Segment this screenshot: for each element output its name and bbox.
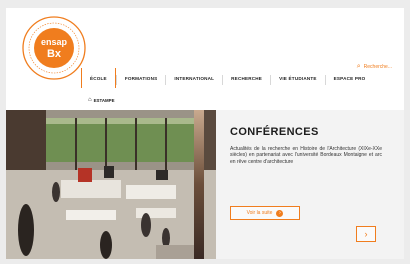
read-more-label: Voir la suite <box>246 210 273 216</box>
read-more-button[interactable]: Voir la suite › <box>230 206 300 220</box>
hero-panel: CONFÉRENCES Actualités de la recherche e… <box>216 110 404 259</box>
ensap-logo[interactable]: ensap Bx <box>20 14 88 82</box>
hero-title: CONFÉRENCES <box>230 126 319 138</box>
logo-line1: ensap <box>41 37 68 47</box>
home-icon: ⌂ <box>88 97 92 103</box>
subnav-item[interactable]: ⌂ ESTAMPE <box>88 97 115 103</box>
next-slide-button[interactable]: › <box>356 226 376 242</box>
hero-photo <box>6 110 216 259</box>
nav-item-vie-etudiante[interactable]: VIE ÉTUDIANTE <box>271 68 325 88</box>
next-slide-preview <box>194 110 204 259</box>
nav-item-international[interactable]: INTERNATIONAL <box>166 68 222 88</box>
nav-item-recherche[interactable]: RECHERCHE <box>223 68 270 88</box>
page: ensap Bx ⌕ Recherche... ÉCOLE FORMATIONS… <box>6 8 404 259</box>
hero-description: Actualités de la recherche en Histoire d… <box>230 146 382 165</box>
hero-banner: CONFÉRENCES Actualités de la recherche e… <box>6 110 404 259</box>
subnav-item-label: ESTAMPE <box>93 97 115 103</box>
logo-line2: Bx <box>47 48 62 60</box>
arrow-right-icon: › <box>276 209 284 217</box>
nav-item-formations[interactable]: FORMATIONS <box>117 68 166 88</box>
chevron-right-icon: › <box>364 229 368 239</box>
main-nav: ÉCOLE FORMATIONS INTERNATIONAL RECHERCHE… <box>81 68 373 88</box>
nav-item-espace-pro[interactable]: ESPACE PRO <box>326 68 374 88</box>
nav-item-ecole[interactable]: ÉCOLE <box>81 68 116 88</box>
